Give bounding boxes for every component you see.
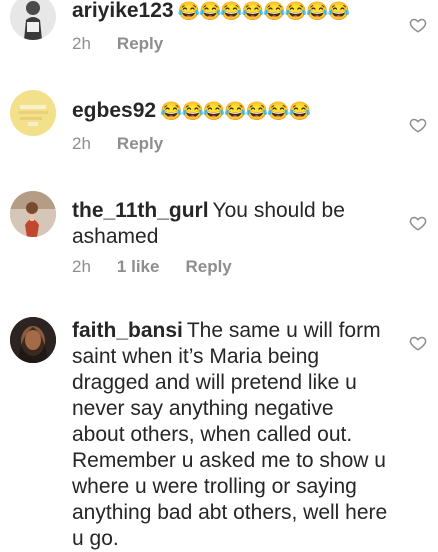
comment-meta: 2h 1 like Reply <box>72 257 232 277</box>
comment-time: 2h <box>72 257 91 276</box>
reply-button[interactable]: Reply <box>185 257 231 277</box>
avatar[interactable] <box>10 0 56 40</box>
comment-text: ariyike123 😂😂😂😂😂😂😂😂 <box>72 0 390 24</box>
avatar[interactable] <box>10 90 56 136</box>
avatar[interactable] <box>10 317 56 363</box>
heart-outline-icon[interactable] <box>409 116 427 134</box>
comment-username[interactable]: egbes92 <box>72 99 156 122</box>
reply-button[interactable]: Reply <box>117 34 163 54</box>
heart-outline-icon[interactable] <box>409 16 427 34</box>
comment-meta: 2h Reply <box>72 34 163 54</box>
likes-count[interactable]: 1 like <box>117 257 160 277</box>
comment-text: the_11th_gurl You should be ashamed <box>72 198 390 250</box>
comment-body: The same u will form saint when it’s Mar… <box>72 319 388 550</box>
comment-text: egbes92 😂😂😂😂😂😂😂 <box>72 98 390 124</box>
emoji-text: 😂😂😂😂😂😂😂😂 <box>177 1 350 21</box>
comment-time: 2h <box>72 134 91 153</box>
comment-username[interactable]: ariyike123 <box>72 0 174 22</box>
comment-text: faith_bansi The same u will form saint wh… <box>72 318 390 552</box>
heart-outline-icon[interactable] <box>409 214 427 232</box>
reply-button[interactable]: Reply <box>117 134 163 154</box>
avatar[interactable] <box>10 191 56 237</box>
heart-outline-icon[interactable] <box>409 334 427 352</box>
comment-time: 2h <box>72 34 91 53</box>
emoji-text: 😂😂😂😂😂😂😂 <box>160 101 311 121</box>
comment-username[interactable]: faith_bansi <box>72 319 183 342</box>
comment-meta: 2h Reply <box>72 134 163 154</box>
comment-username[interactable]: the_11th_gurl <box>72 199 209 222</box>
